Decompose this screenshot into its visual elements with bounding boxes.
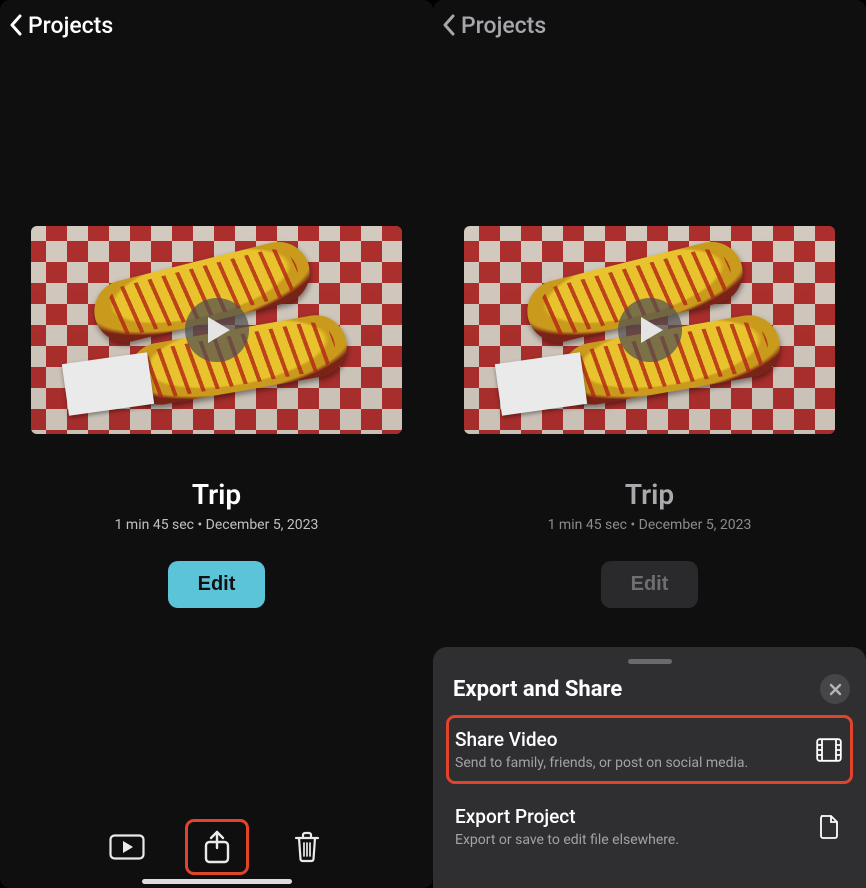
file-icon — [814, 814, 844, 840]
project-title: Trip — [192, 478, 241, 511]
play-icon — [639, 315, 665, 345]
sheet-title: Export and Share — [453, 677, 622, 702]
nav-header: Projects — [433, 0, 866, 48]
screen-project-detail: Projects Trip 1 min 45 sec • December 5,… — [0, 0, 433, 888]
screen-export-sheet: Projects Trip 1 min 45 sec • December 5,… — [433, 0, 866, 888]
project-thumbnail[interactable] — [31, 226, 402, 434]
project-thumbnail — [464, 226, 835, 434]
content-area: Trip 1 min 45 sec • December 5, 2023 Edi… — [0, 48, 433, 888]
sheet-grabber[interactable] — [628, 659, 672, 664]
export-share-sheet: Export and Share Share Video Send to fam… — [433, 647, 866, 888]
project-meta: 1 min 45 sec • December 5, 2023 — [115, 517, 319, 533]
sheet-header: Export and Share — [449, 674, 850, 704]
back-label[interactable]: Projects — [28, 12, 113, 39]
back-chevron-icon — [439, 11, 459, 39]
share-video-row[interactable]: Share Video Send to family, friends, or … — [449, 718, 850, 781]
play-overlay — [618, 298, 682, 362]
project-title: Trip — [625, 478, 674, 511]
preview-button[interactable] — [98, 822, 156, 872]
export-project-subtitle: Export or save to edit file elsewhere. — [455, 832, 814, 848]
edit-button[interactable]: Edit — [168, 561, 266, 608]
close-icon — [829, 683, 842, 696]
preview-icon — [109, 834, 145, 860]
delete-button[interactable] — [278, 822, 336, 872]
share-icon — [203, 830, 231, 864]
bottom-toolbar — [0, 822, 433, 872]
play-overlay[interactable] — [185, 298, 249, 362]
share-button[interactable] — [188, 822, 246, 872]
back-label: Projects — [461, 12, 546, 39]
nav-header: Projects — [0, 0, 433, 48]
project-meta: 1 min 45 sec • December 5, 2023 — [548, 517, 752, 533]
back-chevron-icon[interactable] — [6, 11, 26, 39]
film-icon — [814, 738, 844, 762]
share-video-subtitle: Send to family, friends, or post on soci… — [455, 755, 814, 771]
edit-button: Edit — [601, 561, 699, 608]
close-button[interactable] — [820, 674, 850, 704]
export-project-row[interactable]: Export Project Export or save to edit fi… — [449, 795, 850, 858]
export-project-title: Export Project — [455, 805, 814, 828]
play-icon — [206, 315, 232, 345]
trash-icon — [293, 831, 321, 863]
share-video-title: Share Video — [455, 728, 814, 751]
home-indicator[interactable] — [142, 879, 292, 884]
